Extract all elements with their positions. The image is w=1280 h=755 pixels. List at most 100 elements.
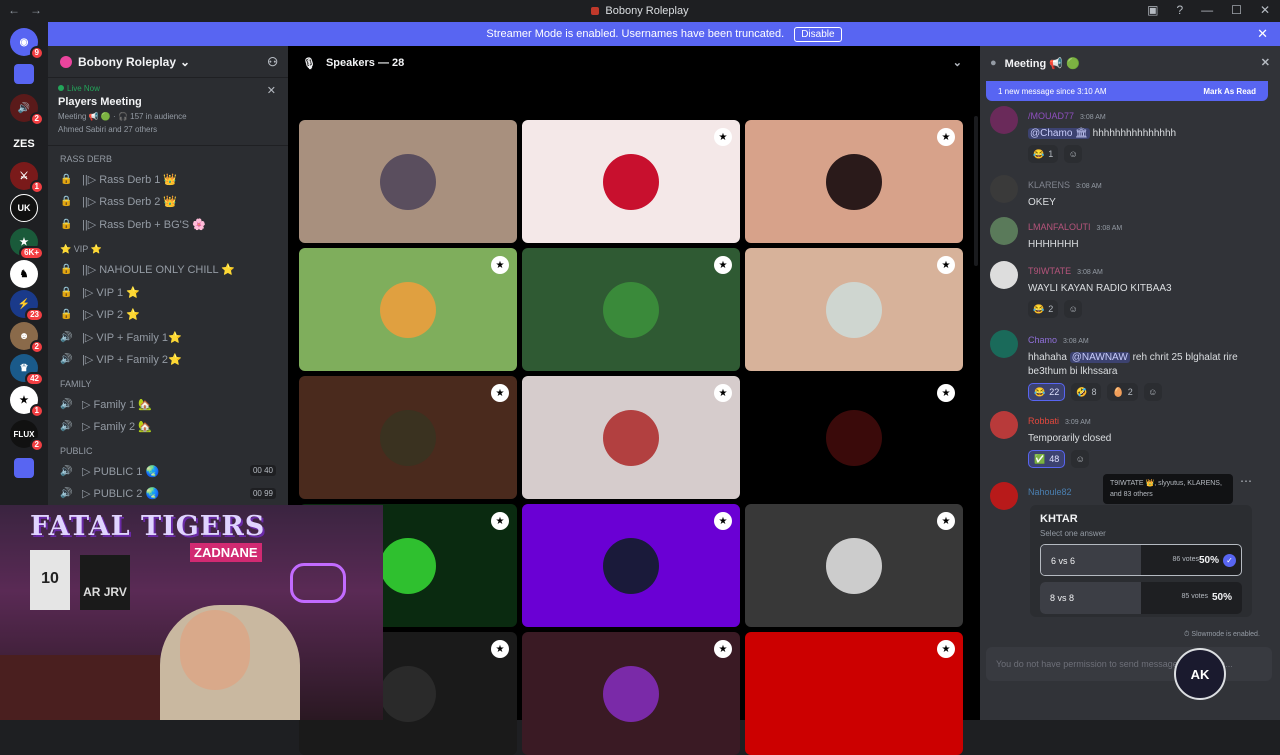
channel-item[interactable]: 🔊 ▷ Family 2 🏡 [56, 416, 280, 439]
channel-item[interactable]: 🔒 ||▷ NAHOULE ONLY CHILL ⭐ [56, 259, 280, 282]
channel-item[interactable]: 🔊 ▷ PUBLIC 2 🌏 00 99 [56, 483, 280, 506]
server-icon[interactable]: ZES [10, 130, 38, 158]
message-text: hhahaha @NAWNAW reh chrit 25 blghalat ri… [1028, 351, 1270, 379]
avatar[interactable] [990, 261, 1018, 289]
close-icon[interactable]: ✕ [267, 84, 276, 97]
server-icon[interactable]: ★ 6K+ [10, 228, 44, 260]
speaker-tile[interactable]: ★ [745, 632, 963, 755]
stage-area: 🎙 Speakers — 28 ⌄ ★ ★ ★ ★ ★ ★ ★ ★ ★ ★ ★ ★ ★ ★ [288, 46, 980, 755]
close-icon[interactable]: ✕ [1261, 56, 1270, 69]
channel-item[interactable]: 🔒 |▷ VIP 2 ⭐ [56, 304, 280, 327]
add-reaction-icon[interactable]: ☺ [1064, 145, 1083, 163]
avatar[interactable] [990, 217, 1018, 245]
user-mention[interactable]: @NAWNAW [1069, 352, 1130, 363]
folder-icon[interactable] [14, 64, 34, 84]
channel-category[interactable]: PUBLIC [56, 438, 280, 460]
speaker-tile[interactable] [299, 120, 517, 243]
avatar[interactable] [990, 175, 1018, 203]
reaction-chip[interactable]: 😂 1 [1028, 145, 1059, 163]
message-author[interactable]: Robbati [1028, 416, 1059, 426]
message-input[interactable]: You do not have permission to send messa… [986, 647, 1272, 681]
channel-item[interactable]: 🔊 ▷ PUBLIC 1 🌏 00 40 [56, 460, 280, 483]
add-reaction-icon[interactable]: ☺ [1064, 300, 1083, 318]
speaker-tile[interactable]: ★ [522, 376, 740, 499]
user-count-badge: 00 99 [249, 487, 276, 499]
channel-item[interactable]: 🔒 ||▷ Rass Derb 2 👑 [56, 191, 280, 214]
maximize-button[interactable]: ☐ [1231, 3, 1242, 17]
speaker-tile[interactable]: ★ [522, 504, 740, 627]
server-icon[interactable]: ♛ 42 [10, 354, 44, 386]
speaker-tile[interactable]: ★ [299, 248, 517, 371]
chat-channel-name: Meeting 📢 🟢 [1004, 57, 1080, 70]
inbox-icon[interactable]: ▣ [1147, 3, 1158, 17]
tooltip-text: T9IWTATE 👑, slyyutus, KLARENS, and 83 ot… [1110, 480, 1222, 498]
server-icon[interactable]: 🔊 2 [10, 94, 44, 126]
server-icon[interactable]: UK [10, 194, 38, 222]
server-header[interactable]: Bobony Roleplay ⌄ ⚇ [48, 46, 288, 78]
channel-item[interactable]: 🔊 |▷ VIP + Family 2⭐ [56, 349, 280, 372]
chevron-down-icon[interactable]: ⌄ [953, 56, 962, 69]
webcam-overlay: FATAL TIGERS 10 AR JRV ZADNANE [0, 505, 383, 720]
channel-category[interactable]: FAMILY [56, 371, 280, 393]
channel-category[interactable]: ⭐ VIP ⭐ [56, 236, 280, 259]
reaction-chip[interactable]: 😂 2 [1028, 300, 1059, 318]
server-icon[interactable]: ★ 1 [10, 386, 44, 418]
message-author[interactable]: KLARENS [1028, 180, 1070, 190]
reaction-chip[interactable]: ✅ 48 [1028, 450, 1066, 468]
avatar[interactable] [990, 482, 1018, 510]
new-messages-bar[interactable]: 1 new message since 3:10 AM Mark As Read [986, 81, 1268, 101]
server-icon[interactable]: FLUX 2 [10, 420, 44, 452]
add-reaction-icon[interactable]: ☺ [1071, 450, 1090, 468]
server-icon[interactable]: ⚔ 1 [10, 162, 44, 194]
close-banner-icon[interactable]: ✕ [1257, 26, 1268, 42]
channel-item[interactable]: 🔒 |▷ VIP 1 ⭐ [56, 281, 280, 304]
avatar[interactable] [990, 106, 1018, 134]
speaker-tile[interactable]: ★ [745, 504, 963, 627]
reaction-chip[interactable]: 🥚 2 [1107, 383, 1138, 401]
home-button[interactable]: ◉ 9 [10, 28, 44, 60]
speaker-tile[interactable]: ★ [745, 248, 963, 371]
speaker-tile[interactable]: ★ [745, 120, 963, 243]
speaker-avatar [826, 409, 882, 466]
help-icon[interactable]: ? [1176, 3, 1183, 17]
live-event-card[interactable]: Live Now Players Meeting Meeting 📢 🟢 · 🎧… [48, 78, 288, 146]
close-window-button[interactable]: ✕ [1260, 3, 1270, 17]
speaker-tile[interactable]: ★ [745, 376, 963, 499]
lock-icon: 🔒 [60, 286, 73, 298]
minimize-button[interactable]: — [1201, 3, 1213, 17]
stage-scrollbar[interactable] [974, 116, 978, 266]
speaker-tile[interactable]: ★ [522, 632, 740, 755]
channel-item[interactable]: 🔒 ||▷ Rass Derb + BG'S 🌸 [56, 213, 280, 236]
channel-item[interactable]: 🔊 |▷ VIP + Family 1⭐ [56, 326, 280, 349]
lock-icon: 🔒 [60, 173, 73, 185]
channel-category[interactable]: RASS DERB [56, 146, 280, 168]
avatar[interactable] [990, 330, 1018, 358]
reaction-chip[interactable]: 🤣 8 [1071, 383, 1102, 401]
message-author[interactable]: Nahoule82 [1028, 487, 1072, 497]
server-icon[interactable]: ⚡ 23 [10, 290, 44, 322]
folder-icon[interactable] [14, 458, 34, 478]
poll-option[interactable]: 8 vs 8 85 votes 50% [1040, 582, 1242, 614]
disable-streamer-mode-button[interactable]: Disable [794, 26, 842, 42]
avatar[interactable] [990, 411, 1018, 439]
server-icon[interactable]: ☻ 2 [10, 322, 44, 354]
channel-item[interactable]: 🔒 ||▷ Rass Derb 1 👑 [56, 168, 280, 191]
add-reaction-icon[interactable]: ☺ [1143, 383, 1162, 401]
speakers-header[interactable]: 🎙 Speakers — 28 ⌄ [288, 46, 980, 80]
server-label: UK [17, 203, 31, 213]
speaker-tile[interactable]: ★ [299, 376, 517, 499]
channel-item[interactable]: 🔊 ▷ Family 1 🏡 [56, 393, 280, 416]
user-mention[interactable]: @Chamo 🏛 [1028, 128, 1090, 139]
speaker-tile[interactable]: ★ [522, 248, 740, 371]
speaker-tile[interactable]: ★ [522, 120, 740, 243]
message-author[interactable]: T9IWTATE [1028, 266, 1071, 276]
invite-icon[interactable]: ⚇ [267, 55, 278, 69]
message-author[interactable]: Chamo [1028, 335, 1057, 345]
message-author[interactable]: LMANFALOUTI [1028, 222, 1091, 232]
reaction-chip[interactable]: 😂 22 [1028, 383, 1066, 401]
more-options-icon[interactable]: ⋯ [1240, 474, 1252, 488]
mark-as-read-button[interactable]: Mark As Read [1203, 87, 1256, 96]
poll-option[interactable]: 6 vs 6 86 votes 50% ✓ [1040, 544, 1242, 576]
message-author[interactable]: /MOUAD77 [1028, 111, 1074, 121]
server-icon[interactable]: ♞ [10, 260, 38, 288]
